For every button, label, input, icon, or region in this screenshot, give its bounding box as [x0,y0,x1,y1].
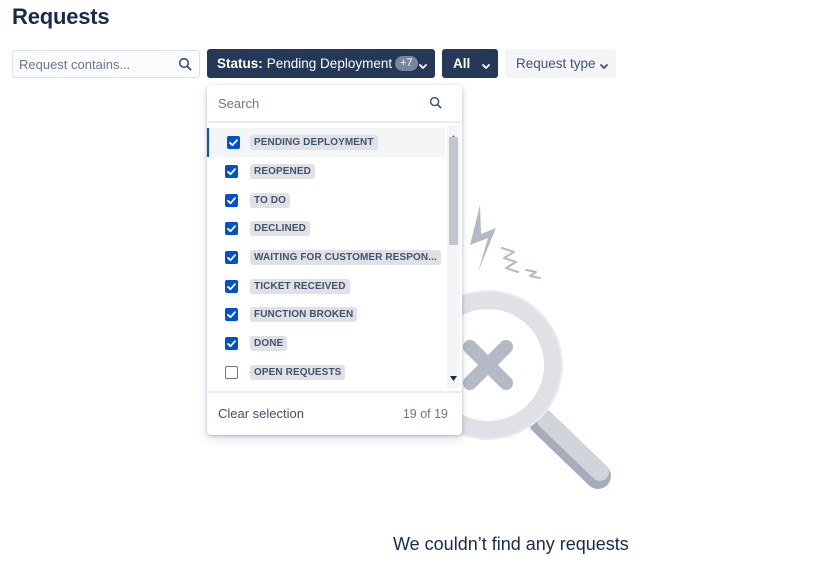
checkbox-checked[interactable] [225,165,238,178]
search-icon[interactable] [178,57,192,76]
checkbox-checked[interactable] [225,280,238,293]
status-lozenge: DECLINED [250,221,310,236]
status-lozenge: REOPENED [250,164,315,179]
status-search-field[interactable] [207,85,462,123]
scrollbar-thumb[interactable] [449,137,458,245]
dropdown-scrollbar[interactable] [447,125,460,388]
status-filter-value: Pending Deployment [266,56,393,71]
status-option-open-requests[interactable]: OPEN REQUESTS [207,358,445,387]
status-option-reopened[interactable]: REOPENED [207,157,445,186]
checkbox-unchecked[interactable] [225,366,238,379]
status-lozenge: WAITING FOR CUSTOMER RESPON... [250,250,441,265]
all-filter-label: All [453,56,471,71]
status-option-pending-deployment[interactable]: PENDING DEPLOYMENT [207,128,445,157]
status-option-function-broken[interactable]: FUNCTION BROKEN [207,300,445,329]
checkbox-checked[interactable] [225,222,238,235]
chevron-down-icon [599,59,609,74]
status-option-ticket-received[interactable]: TICKET RECEIVED [207,272,445,301]
selection-count: 19 of 19 [402,407,448,421]
filter-bar: Status: Pending Deployment +7 All Reques… [12,49,632,78]
request-search-input[interactable] [13,51,173,77]
status-option-done[interactable]: DONE [207,329,445,358]
checkbox-checked[interactable] [225,251,238,264]
dropdown-footer: Clear selection 19 of 19 [207,391,462,435]
clear-selection-button[interactable]: Clear selection [218,406,304,421]
status-search-input[interactable] [207,85,417,121]
status-lozenge: DONE [250,336,288,351]
page-title: Requests [12,4,110,29]
status-dropdown: PENDING DEPLOYMENT REOPENED TO DO DECLIN… [207,85,462,435]
status-count-badge: +7 [395,56,418,71]
request-type-label: Request type [516,56,596,71]
status-lozenge: TICKET RECEIVED [250,279,350,294]
no-results-magnifier-icon [413,200,620,490]
status-lozenge: PENDING DEPLOYMENT [250,135,378,150]
empty-state-message: We couldn’t find any requests [393,534,629,554]
status-lozenge: TO DO [250,193,290,208]
status-option-waiting-for-customer[interactable]: WAITING FOR CUSTOMER RESPON... [207,243,445,272]
status-option-to-do[interactable]: TO DO [207,186,445,215]
checkbox-checked[interactable] [227,136,240,149]
checkbox-checked[interactable] [225,194,238,207]
scroll-down-arrow-icon[interactable] [450,368,457,386]
chevron-down-icon [418,59,428,74]
checkbox-checked[interactable] [225,337,238,350]
status-lozenge: OPEN REQUESTS [250,365,346,380]
all-filter-button[interactable]: All [442,49,498,78]
request-search-field[interactable] [12,50,200,78]
request-type-filter-button[interactable]: Request type [505,49,616,78]
status-option-declined[interactable]: DECLINED [207,214,445,243]
chevron-down-icon [481,59,491,74]
search-icon [429,96,442,114]
status-filter-label: Status: [217,56,263,71]
status-lozenge: FUNCTION BROKEN [250,307,358,322]
status-options-list: PENDING DEPLOYMENT REOPENED TO DO DECLIN… [207,125,445,388]
checkbox-checked[interactable] [225,308,238,321]
status-filter-button[interactable]: Status: Pending Deployment +7 [207,49,435,78]
